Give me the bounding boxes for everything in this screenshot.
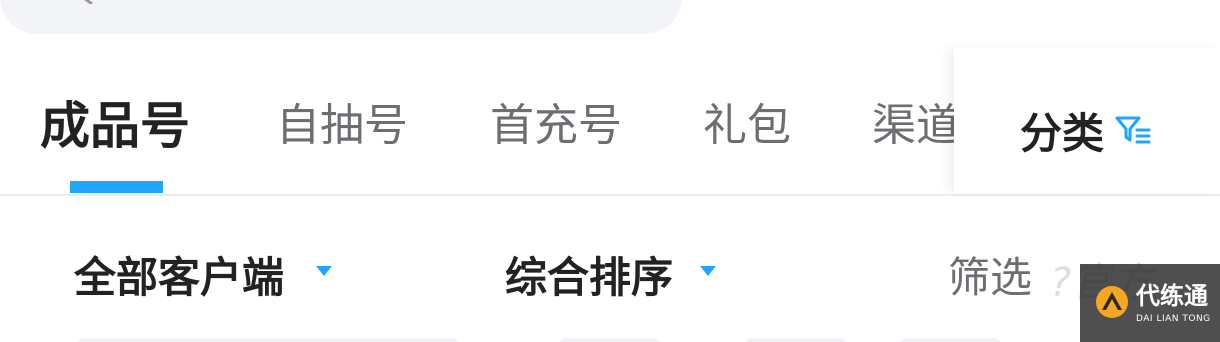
client-filter-label: 全部客户端 xyxy=(74,253,285,302)
tab-self-draw-account[interactable]: 自抽号 xyxy=(276,96,408,156)
filter-label: 筛选 xyxy=(948,253,1033,302)
tab-channel[interactable]: 渠道 xyxy=(872,96,956,156)
filter-funnel-icon xyxy=(1115,116,1151,144)
tab-finished-account[interactable]: 成品号 xyxy=(40,96,190,156)
tab-overflow-container: 渠道 xyxy=(860,96,956,156)
tab-first-recharge-account[interactable]: 首充号 xyxy=(490,96,622,156)
game-listing-header: 成品号 自抽号 首充号 礼包 渠道 分类 全部客户端 综合排序 筛选 ?官方 xyxy=(0,0,1220,342)
filter-button[interactable]: 筛选 xyxy=(948,248,1032,308)
caret-down-icon xyxy=(700,266,716,276)
logo-subtitle: DAI LIAN TONG xyxy=(1136,314,1211,324)
sort-dropdown[interactable]: 综合排序 xyxy=(505,248,673,308)
caret-down-icon xyxy=(316,266,332,276)
listing-card-top xyxy=(560,338,660,342)
brand-logo: 代练通 DAI LIAN TONG xyxy=(1080,264,1220,342)
client-filter-dropdown[interactable]: 全部客户端 xyxy=(74,248,284,308)
category-label: 分类 xyxy=(1020,109,1105,158)
sort-label: 综合排序 xyxy=(505,253,674,302)
listing-card-top xyxy=(900,338,1000,342)
tab-gift-pack[interactable]: 礼包 xyxy=(703,96,791,156)
active-tab-indicator xyxy=(70,181,163,193)
listing-card-top xyxy=(78,338,458,342)
search-icon xyxy=(84,0,93,4)
logo-mark-icon xyxy=(1096,286,1128,318)
category-panel[interactable]: 分类 xyxy=(954,48,1220,193)
tabs-divider xyxy=(0,194,1220,196)
listing-card-top xyxy=(746,338,846,342)
search-bar[interactable] xyxy=(0,0,682,34)
logo-title: 代练通 xyxy=(1136,282,1208,310)
